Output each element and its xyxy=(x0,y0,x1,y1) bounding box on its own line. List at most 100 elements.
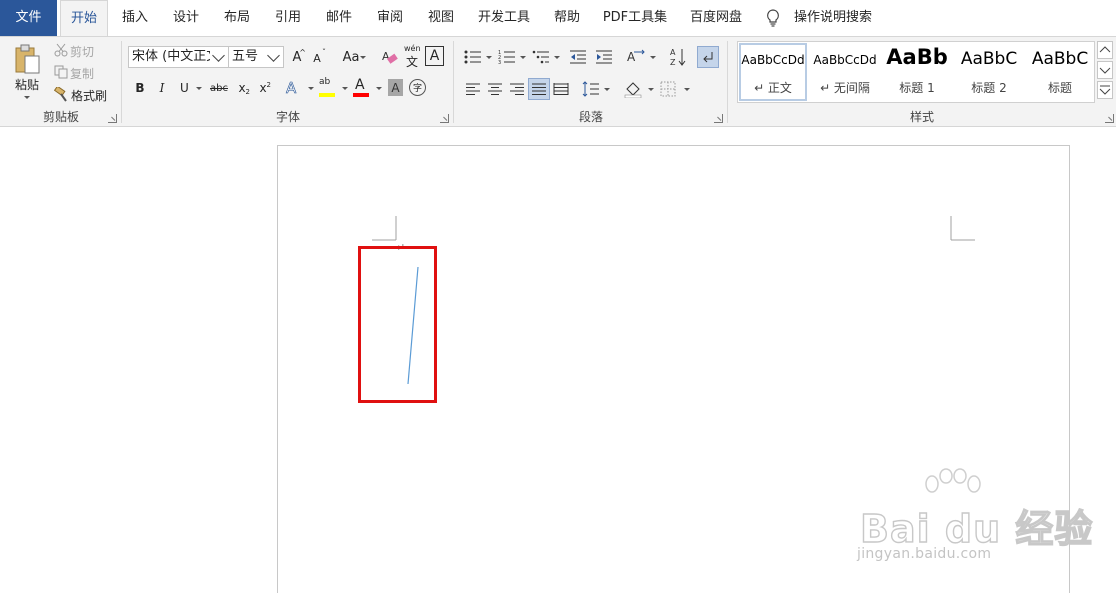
align-right-button[interactable] xyxy=(506,78,528,100)
bold-label: B xyxy=(135,81,145,95)
font-size-select[interactable]: 五号 xyxy=(228,46,284,68)
styles-group-label: 样式 xyxy=(909,110,934,124)
tab-file-label: 文件 xyxy=(15,10,42,25)
watermark-main-text: Bai du 经验 xyxy=(859,506,1094,551)
format-painter-icon xyxy=(54,87,67,102)
tab-design-label: 设计 xyxy=(172,10,199,25)
sort-icon: AZ xyxy=(670,48,686,67)
chevron-down-icon xyxy=(265,47,283,67)
paint-bucket-icon xyxy=(624,82,642,98)
chinese-layout-dropdown-icon xyxy=(650,56,656,59)
font-dialog-launcher[interactable] xyxy=(440,114,449,123)
justify-icon xyxy=(532,83,546,95)
tab-review[interactable]: 审阅 xyxy=(368,0,412,36)
clear-formatting-button[interactable]: A xyxy=(380,46,400,68)
tab-references[interactable]: 引用 xyxy=(266,0,310,36)
distributed-button[interactable] xyxy=(550,78,572,100)
tab-baidu-netdisk[interactable]: 百度网盘 xyxy=(684,0,748,36)
svg-text:A: A xyxy=(670,48,676,57)
cut-button[interactable]: 剪切 xyxy=(52,41,118,61)
bullets-button[interactable] xyxy=(462,46,492,68)
align-right-icon xyxy=(510,83,524,95)
highlight-color-button[interactable]: ab xyxy=(318,77,348,99)
borders-button[interactable] xyxy=(658,78,690,100)
character-border-button[interactable]: A xyxy=(425,46,444,66)
tell-me-label: 操作说明搜索 xyxy=(794,10,873,25)
clipboard-group: 粘贴 剪切 复制 格式刷 剪贴板 xyxy=(0,37,122,127)
styles-dialog-launcher[interactable] xyxy=(1105,114,1114,123)
tab-developer-label: 开发工具 xyxy=(477,10,530,25)
tab-home[interactable]: 开始 xyxy=(60,0,108,37)
tab-mailings[interactable]: 邮件 xyxy=(317,0,361,36)
tab-pdf-tools[interactable]: PDF工具集 xyxy=(598,0,672,36)
grow-font-button[interactable]: A ^ xyxy=(288,47,306,67)
font-color-bar xyxy=(353,93,369,97)
change-case-button[interactable]: Aa xyxy=(336,47,366,67)
tab-pdf-tools-label: PDF工具集 xyxy=(602,10,668,25)
text-effects-label: A xyxy=(286,79,297,98)
tab-file[interactable]: 文件 xyxy=(0,0,57,36)
character-shading-button[interactable]: A xyxy=(388,79,403,96)
tab-design[interactable]: 设计 xyxy=(164,0,208,36)
styles-group: 样式 xyxy=(728,37,1116,127)
tab-insert-label: 插入 xyxy=(121,10,148,25)
underline-dropdown-icon xyxy=(196,87,202,90)
highlight-color-bar xyxy=(319,93,335,97)
tab-mailings-label: 邮件 xyxy=(325,10,352,25)
tab-review-label: 审阅 xyxy=(376,10,403,25)
paragraph-dialog-launcher[interactable] xyxy=(714,114,723,123)
subscript-mark: 2 xyxy=(245,88,250,96)
increase-indent-button[interactable] xyxy=(593,46,615,68)
tab-layout-label: 布局 xyxy=(223,10,250,25)
sort-button[interactable]: AZ xyxy=(667,46,689,68)
italic-button[interactable]: I xyxy=(154,78,170,98)
font-group-label: 字体 xyxy=(275,110,300,124)
copy-label: 复制 xyxy=(70,67,95,81)
paste-button[interactable]: 粘贴 xyxy=(6,41,48,105)
show-formatting-marks-button[interactable] xyxy=(697,46,719,68)
align-center-button[interactable] xyxy=(484,78,506,100)
bullets-icon xyxy=(464,50,481,64)
tab-layout[interactable]: 布局 xyxy=(215,0,259,36)
font-color-button[interactable]: A xyxy=(352,77,382,99)
underline-button[interactable]: U xyxy=(176,78,202,98)
copy-button[interactable]: 复制 xyxy=(52,63,118,83)
font-color-label: A xyxy=(355,77,365,93)
crop-mark-top-left xyxy=(372,216,397,241)
justify-button[interactable] xyxy=(528,78,550,100)
character-shading-label: A xyxy=(391,80,400,95)
superscript-mark: 2 xyxy=(266,81,271,89)
tab-help[interactable]: 帮助 xyxy=(546,0,588,36)
enclose-characters-button[interactable]: 字 xyxy=(409,79,426,96)
shrink-font-button[interactable]: Aˇ xyxy=(308,48,326,67)
bold-button[interactable]: B xyxy=(132,78,148,98)
numbering-dropdown-icon xyxy=(520,56,526,59)
tab-developer[interactable]: 开发工具 xyxy=(472,0,536,36)
paragraph-group: 123 A AZ 段落 xyxy=(454,37,728,127)
tab-view[interactable]: 视图 xyxy=(419,0,463,36)
text-effects-button[interactable]: A xyxy=(284,77,314,99)
chinese-layout-button[interactable]: A xyxy=(624,46,656,68)
chinese-layout-icon: A xyxy=(627,49,645,64)
format-painter-button[interactable]: 格式刷 xyxy=(52,85,118,105)
shading-button[interactable] xyxy=(622,78,654,100)
numbering-button[interactable]: 123 xyxy=(496,46,526,68)
align-left-button[interactable] xyxy=(462,78,484,100)
decrease-indent-button[interactable] xyxy=(567,46,589,68)
tab-view-label: 视图 xyxy=(427,10,454,25)
highlight-dropdown-icon xyxy=(342,87,348,90)
italic-label: I xyxy=(159,81,165,95)
font-name-select[interactable]: 宋体 (中文正文) xyxy=(128,46,229,68)
change-case-dropdown-icon xyxy=(360,56,366,59)
subscript-button[interactable]: x2 xyxy=(234,78,250,98)
phonetic-guide-button[interactable]: wén 文 xyxy=(403,44,423,69)
clipboard-dialog-launcher[interactable] xyxy=(108,114,117,123)
multilevel-list-button[interactable] xyxy=(530,46,560,68)
strikethrough-button[interactable]: abc xyxy=(208,78,230,98)
highlight-label: ab xyxy=(319,77,331,87)
superscript-button[interactable]: x2 xyxy=(255,78,271,98)
svg-text:Z: Z xyxy=(670,58,676,67)
line-spacing-button[interactable] xyxy=(580,78,610,100)
phonetic-bottom: 文 xyxy=(406,55,419,69)
tab-insert[interactable]: 插入 xyxy=(114,0,156,36)
